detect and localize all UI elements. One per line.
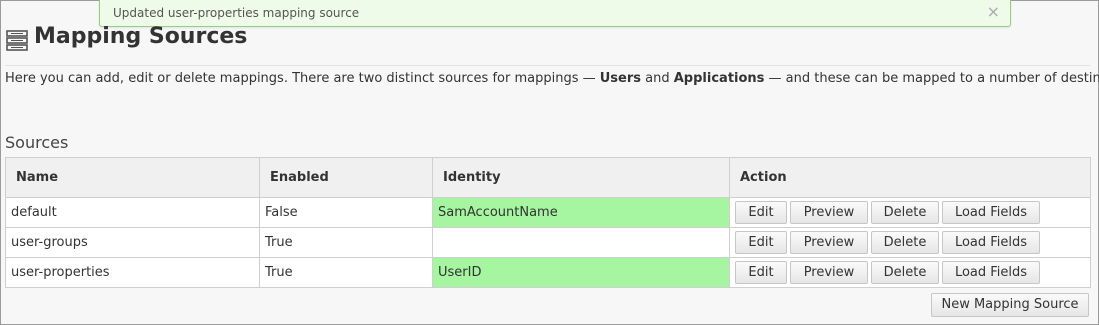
cell-actions: Edit Preview Delete Load Fields [729, 197, 1091, 228]
edit-button[interactable]: Edit [735, 261, 787, 284]
cell-actions: Edit Preview Delete Load Fields [729, 257, 1091, 288]
description-text-1: Here you can add, edit or delete mapping… [5, 71, 600, 86]
cell-enabled: True [259, 257, 433, 288]
preview-button[interactable]: Preview [790, 261, 868, 284]
column-header-action: Action [729, 157, 1091, 198]
description-users: Users [599, 71, 642, 86]
cell-identity [432, 227, 730, 258]
toast-message: Updated user-properties mapping source [113, 6, 360, 20]
edit-button[interactable]: Edit [735, 201, 787, 224]
cell-name: user-properties [5, 257, 260, 288]
new-mapping-source-button[interactable]: New Mapping Source [931, 293, 1089, 317]
table-row: user-groups True Edit Preview Delete Load F… [5, 227, 1091, 258]
table-row: user-properties True UserID Edit Preview D… [5, 257, 1091, 288]
sources-table: Name Enabled Identity Action default Fal… [5, 157, 1091, 288]
column-header-identity: Identity [432, 157, 730, 198]
cell-identity: UserID [432, 257, 730, 288]
load-fields-button[interactable]: Load Fields [942, 231, 1040, 254]
page-title: Mapping Sources [34, 24, 248, 49]
success-toast: Updated user-properties mapping source × [99, 0, 1011, 27]
column-header-enabled: Enabled [259, 157, 433, 198]
cell-enabled: True [259, 227, 433, 258]
cell-name: user-groups [5, 227, 260, 258]
description-text-2: and [641, 71, 674, 86]
description-text-3: — and these can be mapped to a number of… [768, 71, 1099, 86]
edit-button[interactable]: Edit [735, 231, 787, 254]
cell-name: default [5, 197, 260, 228]
cell-actions: Edit Preview Delete Load Fields [729, 227, 1091, 258]
column-header-name: Name [5, 157, 260, 198]
page-description: Here you can add, edit or delete mapping… [5, 71, 1099, 86]
preview-button[interactable]: Preview [790, 231, 868, 254]
mapping-list-icon [6, 30, 28, 51]
cell-identity: SamAccountName [432, 197, 730, 228]
preview-button[interactable]: Preview [790, 201, 868, 224]
description-applications: Applications [673, 71, 765, 86]
load-fields-button[interactable]: Load Fields [942, 201, 1040, 224]
delete-button[interactable]: Delete [871, 201, 939, 224]
delete-button[interactable]: Delete [871, 261, 939, 284]
table-row: default False SamAccountName Edit Preview… [5, 197, 1091, 228]
delete-button[interactable]: Delete [871, 231, 939, 254]
table-header-row: Name Enabled Identity Action [5, 157, 1091, 198]
load-fields-button[interactable]: Load Fields [942, 261, 1040, 284]
title-divider [5, 65, 1090, 66]
sources-heading: Sources [5, 133, 69, 152]
cell-enabled: False [259, 197, 433, 228]
close-icon[interactable]: × [987, 3, 1000, 21]
